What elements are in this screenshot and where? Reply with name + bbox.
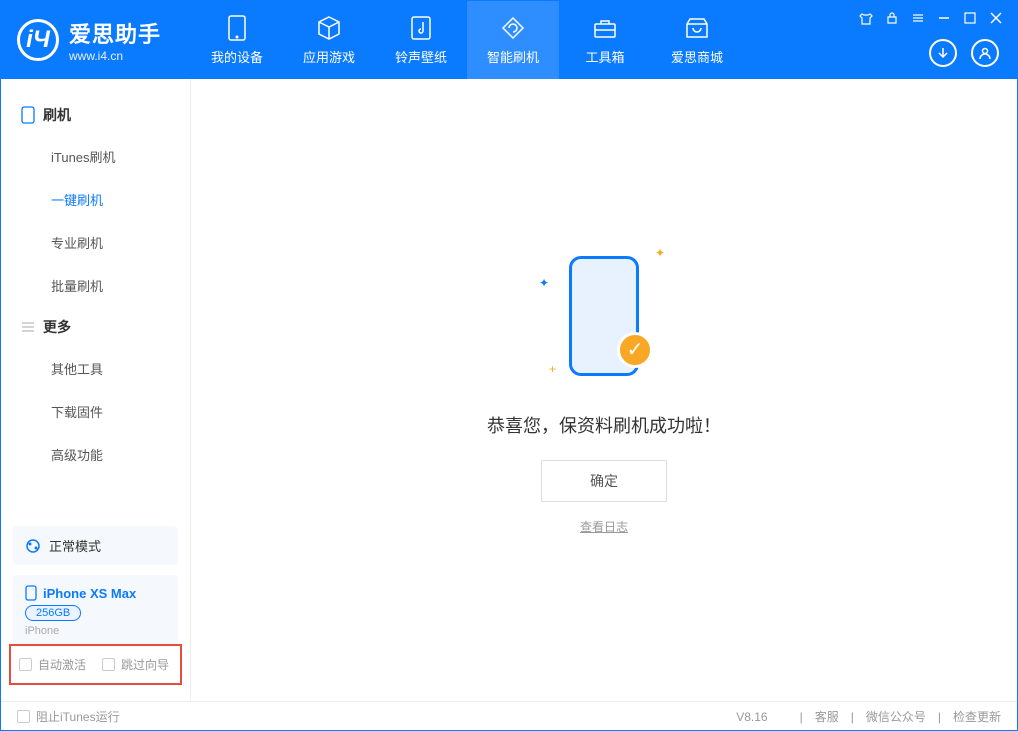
checkbox-auto-activate[interactable]: 自动激活 — [19, 656, 86, 673]
version-label: V8.16 — [736, 710, 767, 724]
separator: | — [800, 710, 803, 724]
mode-card[interactable]: 正常模式 — [13, 526, 178, 565]
success-illustration: ✦ ✦ + ✓ — [559, 246, 649, 386]
device-icon — [224, 15, 250, 41]
window-controls — [857, 9, 1005, 27]
header-tabs: 我的设备 应用游戏 铃声壁纸 智能刷机 工具箱 爱思商城 — [191, 1, 743, 79]
tab-label: 应用游戏 — [303, 47, 355, 66]
close-button[interactable] — [987, 9, 1005, 27]
checkbox-label: 跳过向导 — [121, 656, 169, 673]
list-icon — [21, 320, 35, 334]
download-button[interactable] — [929, 39, 957, 67]
sidebar-item-pro-flash[interactable]: 专业刷机 — [1, 221, 190, 264]
footer-right: V8.16 | 客服 | 微信公众号 | 检查更新 — [736, 708, 1001, 725]
skin-icon[interactable] — [857, 9, 875, 27]
body: 刷机 iTunes刷机 一键刷机 专业刷机 批量刷机 更多 其他工具 下载固件 … — [1, 79, 1017, 701]
checkbox-icon — [17, 710, 30, 723]
footer-link-wechat[interactable]: 微信公众号 — [866, 708, 926, 725]
sidebar-item-advanced[interactable]: 高级功能 — [1, 433, 190, 476]
separator: | — [851, 710, 854, 724]
check-icon: ✓ — [617, 332, 653, 368]
music-icon — [408, 15, 434, 41]
tab-toolbox[interactable]: 工具箱 — [559, 1, 651, 79]
sparkle-icon: + — [549, 362, 556, 376]
checkbox-block-itunes[interactable]: 阻止iTunes运行 — [17, 708, 120, 725]
device-type: iPhone — [25, 625, 166, 637]
header-actions — [929, 39, 999, 67]
sparkle-icon: ✦ — [655, 246, 665, 260]
sidebar-item-other-tools[interactable]: 其他工具 — [1, 347, 190, 390]
tab-smart-flash[interactable]: 智能刷机 — [467, 1, 559, 79]
logo-icon: iЧ — [17, 19, 59, 61]
checkbox-label: 阻止iTunes运行 — [36, 708, 120, 725]
minimize-button[interactable] — [935, 9, 953, 27]
device-name-row: iPhone XS Max — [25, 585, 166, 601]
footer-link-support[interactable]: 客服 — [815, 708, 839, 725]
checkbox-skip-guide[interactable]: 跳过向导 — [102, 656, 169, 673]
tab-label: 工具箱 — [586, 47, 625, 66]
section-label: 刷机 — [43, 105, 71, 125]
tab-label: 我的设备 — [211, 47, 263, 66]
sparkle-icon: ✦ — [539, 276, 549, 290]
checkbox-icon — [19, 658, 32, 671]
sidebar-item-oneclick-flash[interactable]: 一键刷机 — [1, 178, 190, 221]
shop-icon — [684, 15, 710, 41]
logo-text: 爱思助手 www.i4.cn — [69, 17, 161, 63]
logo-area: iЧ 爱思助手 www.i4.cn — [17, 17, 161, 63]
main-content: ✦ ✦ + ✓ 恭喜您，保资料刷机成功啦！ 确定 查看日志 — [191, 79, 1017, 701]
ok-button[interactable]: 确定 — [541, 460, 667, 502]
device-card[interactable]: iPhone XS Max 256GB iPhone — [13, 575, 178, 647]
sidebar-section-more: 更多 — [1, 307, 190, 347]
app-subtitle: www.i4.cn — [69, 49, 161, 63]
refresh-icon — [500, 15, 526, 41]
tab-store[interactable]: 爱思商城 — [651, 1, 743, 79]
maximize-button[interactable] — [961, 9, 979, 27]
tools-icon — [592, 15, 618, 41]
highlighted-checkbox-row: 自动激活 跳过向导 — [9, 644, 182, 685]
mode-icon — [25, 538, 41, 554]
section-label: 更多 — [43, 317, 71, 337]
tab-label: 爱思商城 — [671, 47, 723, 66]
user-button[interactable] — [971, 39, 999, 67]
tab-apps-games[interactable]: 应用游戏 — [283, 1, 375, 79]
sidebar-item-itunes-flash[interactable]: iTunes刷机 — [1, 135, 190, 178]
sidebar-item-download-firmware[interactable]: 下载固件 — [1, 390, 190, 433]
device-capacity-badge: 256GB — [25, 605, 81, 621]
lock-icon[interactable] — [883, 9, 901, 27]
tab-my-device[interactable]: 我的设备 — [191, 1, 283, 79]
success-message: 恭喜您，保资料刷机成功啦！ — [487, 412, 721, 438]
tab-ringtones[interactable]: 铃声壁纸 — [375, 1, 467, 79]
sidebar-item-batch-flash[interactable]: 批量刷机 — [1, 264, 190, 307]
device-name: iPhone XS Max — [43, 586, 136, 601]
separator: | — [938, 710, 941, 724]
view-log-link[interactable]: 查看日志 — [580, 518, 628, 535]
app-title: 爱思助手 — [69, 17, 161, 49]
sidebar: 刷机 iTunes刷机 一键刷机 专业刷机 批量刷机 更多 其他工具 下载固件 … — [1, 79, 191, 701]
phone-icon — [21, 106, 35, 124]
header: iЧ 爱思助手 www.i4.cn 我的设备 应用游戏 铃声壁纸 智能刷机 工具… — [1, 1, 1017, 79]
tab-label: 智能刷机 — [487, 47, 539, 66]
footer: 阻止iTunes运行 V8.16 | 客服 | 微信公众号 | 检查更新 — [1, 701, 1017, 731]
cube-icon — [316, 15, 342, 41]
checkbox-label: 自动激活 — [38, 656, 86, 673]
tab-label: 铃声壁纸 — [395, 47, 447, 66]
device-icon — [25, 585, 37, 601]
sidebar-section-flash: 刷机 — [1, 95, 190, 135]
footer-link-update[interactable]: 检查更新 — [953, 708, 1001, 725]
mode-label: 正常模式 — [49, 536, 101, 555]
checkbox-icon — [102, 658, 115, 671]
menu-icon[interactable] — [909, 9, 927, 27]
